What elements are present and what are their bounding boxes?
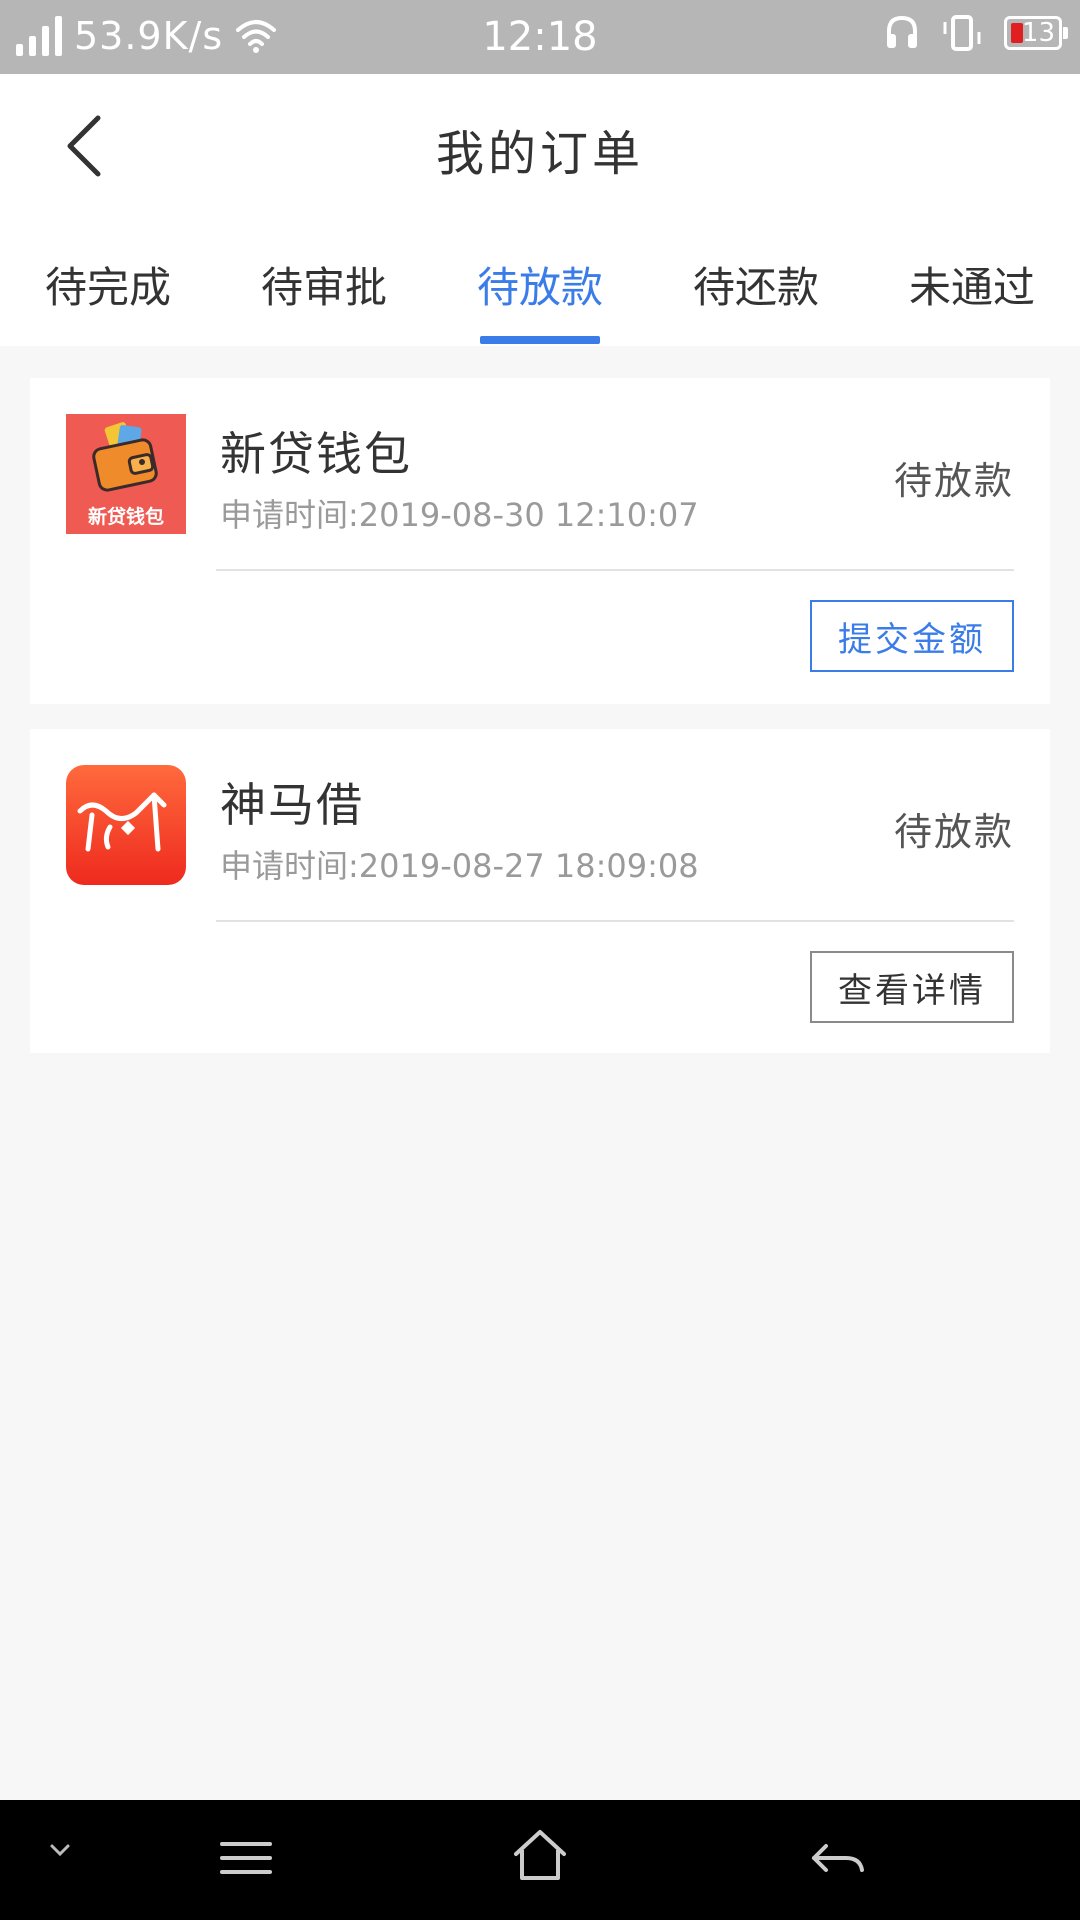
order-apply-time: 申请时间:2019-08-27 18:09:08 <box>220 847 699 885</box>
tab-indicator <box>480 336 600 344</box>
order-status: 待放款 <box>893 810 1014 854</box>
order-status: 待放款 <box>893 459 1014 503</box>
order-card[interactable]: 神马借 申请时间:2019-08-27 18:09:08 待放款 查看详情 <box>30 729 1050 1053</box>
app-logo <box>66 765 186 885</box>
order-app-name: 神马借 <box>220 778 364 832</box>
nav-collapse-button[interactable] <box>46 1840 74 1860</box>
header: 我的订单 <box>0 74 1080 218</box>
card-divider <box>216 569 1014 571</box>
app-logo: 新贷钱包 <box>66 414 186 534</box>
nav-home-button[interactable] <box>510 1828 570 1884</box>
status-right: 13 <box>884 14 1068 52</box>
vibrate-icon <box>943 15 981 51</box>
tab-bar: 待完成 待审批 待放款 待还款 未通过 <box>0 218 1080 346</box>
view-details-button[interactable]: 查看详情 <box>810 951 1014 1023</box>
battery-icon: 13 <box>1004 16 1068 50</box>
headset-icon <box>887 15 917 48</box>
submit-amount-button[interactable]: 提交金额 <box>810 600 1014 672</box>
menu-icon <box>220 1842 272 1874</box>
tab-pending-repayment[interactable]: 待还款 <box>648 254 864 315</box>
page-title: 我的订单 <box>435 126 644 182</box>
nav-menu-button[interactable] <box>218 1836 274 1880</box>
order-card[interactable]: 新贷钱包 新贷钱包 申请时间:2019-08-30 12:10:07 待放款 提… <box>30 378 1050 704</box>
home-icon <box>514 1830 566 1880</box>
order-apply-time: 申请时间:2019-08-30 12:10:07 <box>220 496 699 534</box>
chevron-down-icon <box>50 1844 70 1857</box>
horse-icon <box>77 792 167 852</box>
tab-pending-complete[interactable]: 待完成 <box>0 254 216 315</box>
order-app-name: 新贷钱包 <box>220 427 412 481</box>
app-logo-text: 新贷钱包 <box>87 506 164 528</box>
return-arrow-icon <box>812 1844 864 1872</box>
battery-level: 13 <box>1021 18 1055 48</box>
tab-pending-disbursement[interactable]: 待放款 <box>432 254 648 315</box>
nav-back-button[interactable] <box>810 1838 866 1882</box>
status-bar: 53.9K/s 12:18 13 <box>0 0 1080 74</box>
navigation-bar <box>0 1800 1080 1920</box>
tab-pending-approval[interactable]: 待审批 <box>216 254 432 315</box>
card-divider <box>216 920 1014 922</box>
tab-rejected[interactable]: 未通过 <box>864 254 1080 315</box>
